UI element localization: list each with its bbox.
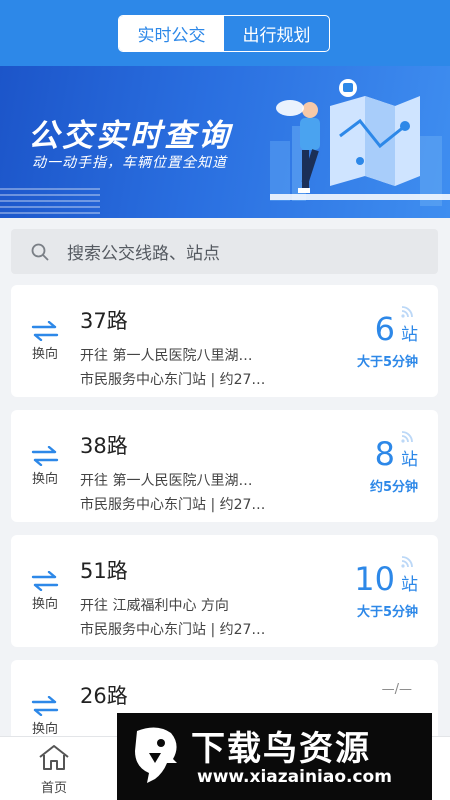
search-icon — [31, 243, 49, 261]
route-direction: 开往 第一人民医院八里湖… — [80, 473, 253, 489]
eta-unit: 站 — [401, 450, 418, 470]
swap-arrows-icon — [31, 571, 59, 591]
route-station: 市民服务中心东门站 | 约27… — [80, 497, 266, 513]
swap-label: 换向 — [31, 472, 58, 487]
search-bar[interactable]: 搜索公交线路、站点 — [11, 229, 438, 274]
top-header: 实时公交 出行规划 — [0, 0, 450, 66]
search-input[interactable]: 搜索公交线路、站点 — [67, 239, 220, 264]
eta-block: 10 站 大于5分钟 — [328, 559, 418, 620]
banner-subtitle: 动一动手指，车辆位置全知道 — [32, 155, 227, 171]
route-card-38[interactable]: 换向 38路 开往 第一人民医院八里湖… 市民服务中心东门站 | 约27… 8站… — [11, 410, 438, 522]
swap-label: 换向 — [31, 597, 58, 612]
route-card-37[interactable]: 换向 37路 开往 第一人民医院八里湖… 市民服务中心东门站 | 约27… 6站… — [11, 285, 438, 397]
swap-direction-button[interactable]: 换向 — [27, 696, 63, 737]
watermark-brand: 下载鸟资源 — [191, 729, 371, 769]
route-station: 市民服务中心东门站 | 约27… — [80, 622, 266, 638]
route-direction: 开往 第一人民医院八里湖… — [80, 348, 253, 364]
swap-label: 换向 — [31, 722, 58, 737]
swap-direction-button[interactable]: 换向 — [27, 571, 63, 612]
route-station: 市民服务中心东门站 | 约27… — [80, 372, 266, 388]
swap-label: 换向 — [31, 347, 58, 362]
swap-direction-button[interactable]: 换向 — [27, 446, 63, 487]
eta-unit: 站 — [401, 325, 418, 345]
eta-stops: 6 — [374, 310, 395, 348]
route-name: 51路 — [80, 559, 128, 583]
swap-arrows-icon — [31, 446, 59, 466]
eta-time: 大于5分钟 — [356, 355, 418, 370]
mode-segmented-control: 实时公交 出行规划 — [118, 15, 330, 52]
bird-logo-icon — [135, 727, 177, 783]
swap-direction-button[interactable]: 换向 — [27, 321, 63, 362]
eta-block: 8站 约5分钟 — [328, 434, 418, 495]
promo-banner[interactable]: 公交实时查询 动一动手指，车辆位置全知道 — [0, 66, 450, 218]
eta-stops: —/— — [381, 682, 412, 697]
swap-arrows-icon — [31, 321, 59, 341]
eta-block: 6站 大于5分钟 — [328, 309, 418, 370]
banner-stripes — [0, 184, 100, 214]
eta-time: 约5分钟 — [369, 480, 418, 495]
route-card-51[interactable]: 换向 51路 开往 江威福利中心 方向 市民服务中心东门站 | 约27… 10 站… — [11, 535, 438, 647]
tab-trip-planning[interactable]: 出行规划 — [224, 16, 329, 51]
swap-arrows-icon — [31, 696, 59, 716]
tab-home-label: 首页 — [40, 781, 67, 796]
man-with-map-illustration — [270, 79, 450, 206]
route-name: 26路 — [80, 684, 128, 708]
watermark-url: www.xiazainiao.com — [197, 767, 392, 787]
eta-stops: 8 — [374, 435, 395, 473]
route-name: 38路 — [80, 434, 128, 458]
banner-title: 公交实时查询 — [28, 118, 232, 154]
tab-realtime-bus[interactable]: 实时公交 — [119, 16, 224, 51]
route-name: 37路 — [80, 309, 128, 333]
watermark-overlay: 下载鸟资源 www.xiazainiao.com — [117, 713, 432, 800]
eta-unit: 站 — [401, 575, 418, 595]
eta-stops: 10 — [354, 560, 395, 598]
eta-time: 大于5分钟 — [356, 605, 418, 620]
route-direction: 开往 江威福利中心 方向 — [80, 598, 229, 614]
home-icon — [39, 745, 69, 770]
tab-home[interactable]: 首页 — [24, 743, 84, 796]
